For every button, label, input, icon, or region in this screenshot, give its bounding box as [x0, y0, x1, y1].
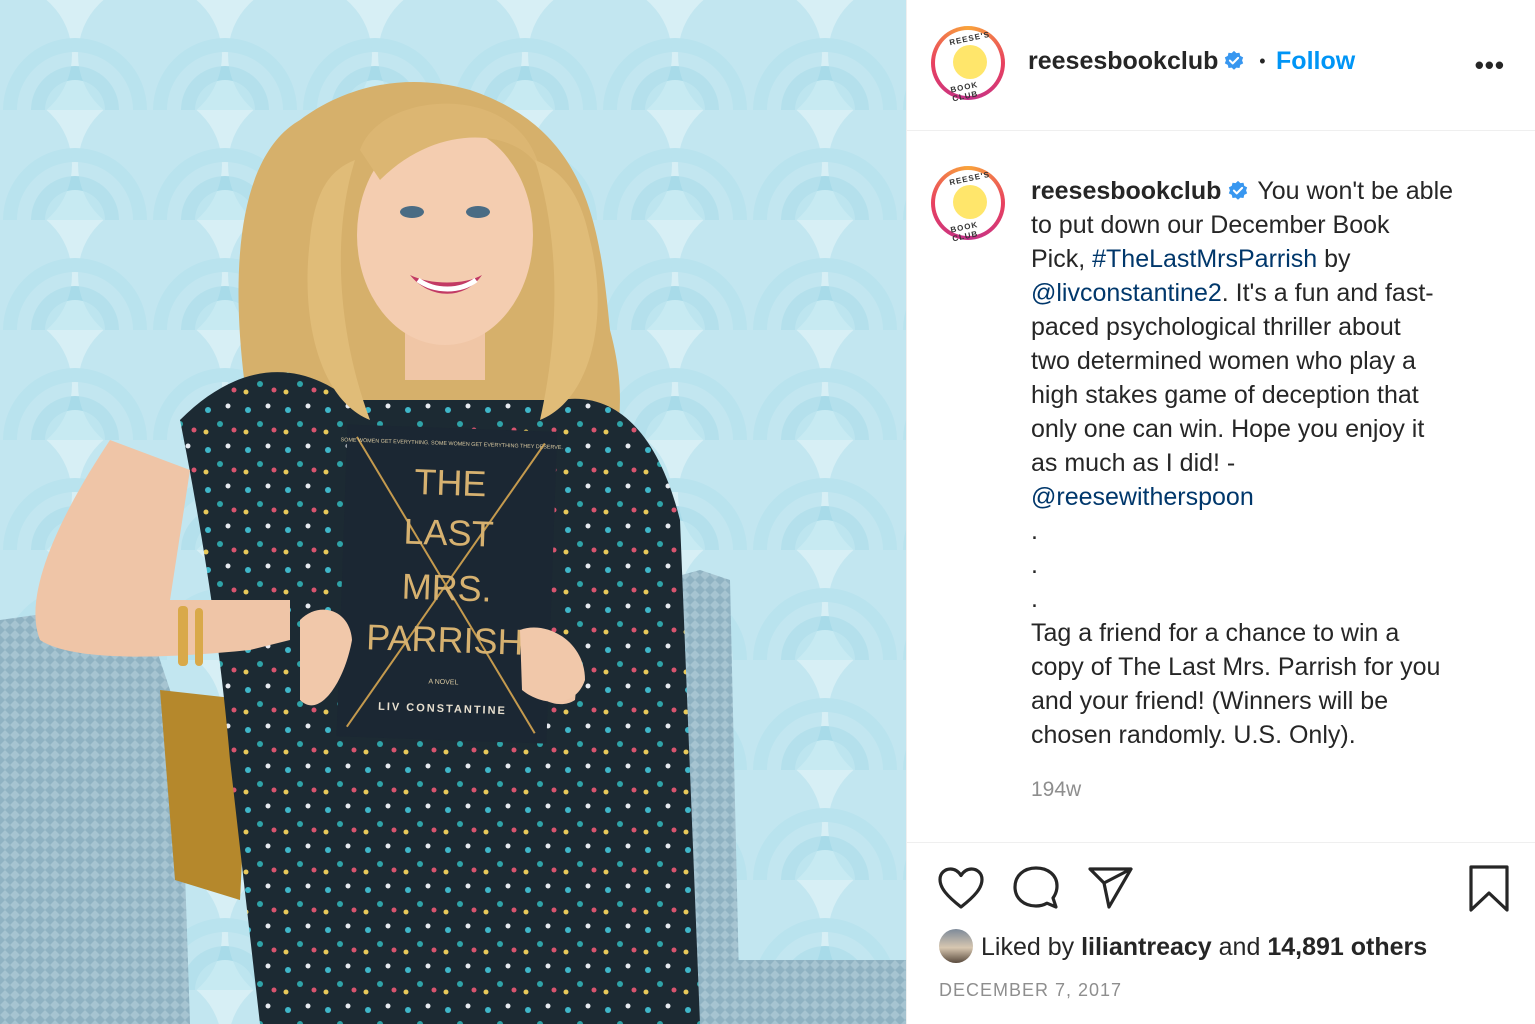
- caption-text: only one can win. Hope you enjoy it: [1031, 415, 1425, 443]
- book-subtitle: A NOVEL: [428, 678, 458, 686]
- share-icon[interactable]: [1087, 866, 1135, 910]
- book-title-line: MRS.: [401, 566, 492, 610]
- caption-text: paced psychological thriller about: [1031, 313, 1401, 341]
- caption-text: chosen randomly. U.S. Only).: [1031, 721, 1356, 749]
- post-header: REESE'S BOOK CLUB reesesbookclub • Follo…: [907, 0, 1535, 131]
- caption-avatar[interactable]: REESE'S BOOK CLUB: [931, 166, 1005, 243]
- caption-text: .: [1031, 517, 1038, 545]
- caption-username[interactable]: reesesbookclub: [1031, 177, 1221, 205]
- caption-text: .: [1031, 551, 1038, 579]
- liker-username[interactable]: liliantreacy: [1081, 933, 1212, 961]
- post-photo[interactable]: SOME WOMEN GET EVERYTHING. SOME WOMEN GE…: [0, 0, 906, 1024]
- header-username[interactable]: reesesbookclub: [1028, 47, 1218, 75]
- caption-text: by: [1317, 245, 1351, 273]
- likes-count-link[interactable]: 14,891 others: [1267, 933, 1427, 961]
- comment-icon[interactable]: [1012, 865, 1060, 913]
- caption-line: Pick, #TheLastMrsParrish by: [1031, 242, 1501, 276]
- caption-text: You won't be able: [1257, 177, 1454, 205]
- caption-text: two determined women who play a: [1031, 347, 1416, 375]
- liked-prefix: Liked by: [981, 933, 1082, 961]
- more-options-icon[interactable]: •••: [1475, 50, 1505, 81]
- post-time-ago[interactable]: 194w: [1031, 778, 1081, 802]
- liker-avatar[interactable]: [939, 929, 973, 963]
- post-sidebar: REESE'S BOOK CLUB reesesbookclub • Follo…: [906, 0, 1535, 1024]
- caption-text: .: [1031, 585, 1038, 613]
- follow-button[interactable]: Follow: [1276, 47, 1355, 75]
- caption-text: high stakes game of deception that: [1031, 381, 1419, 409]
- caption-text: copy of The Last Mrs. Parrish for you: [1031, 653, 1441, 681]
- caption-text: and your friend! (Winners will be: [1031, 687, 1389, 715]
- logo-sun-icon: [953, 185, 987, 219]
- book-title-line: THE: [414, 461, 487, 504]
- mention-link-signoff[interactable]: @reesewitherspoon: [1031, 483, 1254, 511]
- post-date[interactable]: DECEMBER 7, 2017: [939, 980, 1122, 1001]
- heart-icon[interactable]: [937, 866, 985, 910]
- caption-text: Tag a friend for a chance to win a: [1031, 619, 1400, 647]
- caption-text: . It's a fun and fast-: [1221, 279, 1434, 307]
- book-title-line: LAST: [403, 511, 494, 555]
- photo-illustration: SOME WOMEN GET EVERYTHING. SOME WOMEN GE…: [0, 0, 906, 1024]
- caption-line: @reesewitherspoon: [1031, 480, 1501, 514]
- separator-dot: •: [1259, 51, 1266, 71]
- caption-text: Pick,: [1031, 245, 1093, 273]
- bookmark-icon[interactable]: [1467, 864, 1511, 914]
- caption-line: @livconstantine2. It's a fun and fast-: [1031, 276, 1501, 310]
- profile-avatar[interactable]: REESE'S BOOK CLUB: [931, 26, 1005, 103]
- hashtag-link[interactable]: #TheLastMrsParrish: [1092, 245, 1317, 273]
- verified-badge-icon: [1224, 50, 1243, 70]
- post-caption: reesesbookclub You won't be able to put …: [1031, 174, 1501, 752]
- verified-badge-icon: [1229, 180, 1248, 200]
- mention-link-author[interactable]: @livconstantine2: [1031, 279, 1222, 307]
- book-title-line: PARRISH: [366, 616, 525, 662]
- caption-text: as much as I did! -: [1031, 449, 1236, 477]
- caption-text: to put down our December Book: [1031, 211, 1390, 239]
- header-name-row: reesesbookclub • Follow: [1028, 45, 1355, 77]
- likes-summary: Liked by liliantreacy and 14,891 others: [939, 929, 1427, 963]
- caption-line: reesesbookclub You won't be able: [1031, 174, 1501, 208]
- logo-sun-icon: [953, 45, 987, 79]
- liked-middle: and: [1211, 933, 1268, 961]
